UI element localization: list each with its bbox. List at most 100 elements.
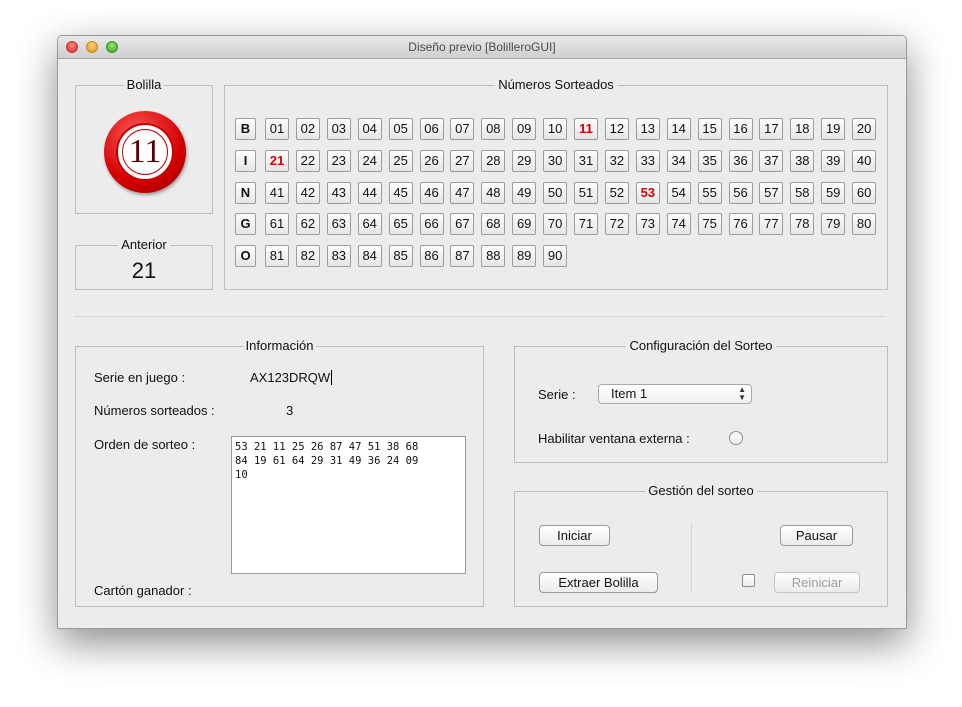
bolilla-label: Bolilla — [123, 77, 165, 92]
number-cell-64: 64 — [357, 213, 382, 236]
number-cell-62: 62 — [295, 213, 320, 236]
number-cell-49: 49 — [512, 181, 537, 204]
number-cell-60: 60 — [852, 181, 877, 204]
number-cell-44: 44 — [357, 181, 382, 204]
number-cell-22: 22 — [295, 149, 320, 172]
number-cell-23: 23 — [326, 149, 351, 172]
number-cell-87: 87 — [450, 245, 475, 268]
serie-en-juego-field[interactable]: AX123DRQW — [250, 370, 333, 385]
window-title: Diseño previo [BolilleroGUI] — [408, 40, 556, 54]
text-caret — [331, 370, 333, 385]
number-cell-16: 16 — [728, 118, 753, 140]
serie-en-juego-label: Serie en juego : — [94, 370, 186, 385]
app-window: Diseño previo [BolilleroGUI] Bolilla 11 … — [57, 35, 907, 629]
number-cell-58: 58 — [790, 181, 815, 204]
number-cell-63: 63 — [326, 213, 351, 236]
configuracion-panel: Configuración del Sorteo Serie : Item 1 … — [514, 338, 888, 463]
number-cell-07: 07 — [450, 118, 475, 140]
gestion-label: Gestión del sorteo — [645, 483, 757, 498]
bolilla-panel: Bolilla 11 — [75, 77, 213, 214]
anterior-panel: Anterior 21 — [75, 237, 213, 290]
current-ball: 11 — [104, 111, 186, 193]
number-cell-68: 68 — [481, 213, 506, 236]
number-cell-40: 40 — [852, 149, 877, 172]
serie-select[interactable]: Item 1 ▲ ▼ — [598, 384, 752, 404]
number-cell-43: 43 — [326, 181, 351, 204]
gestion-panel: Gestión del sorteo Iniciar Pausar Extrae… — [514, 483, 888, 607]
extraer-bolilla-button[interactable]: Extraer Bolilla — [539, 572, 658, 593]
number-cell-80: 80 — [852, 213, 877, 236]
informacion-label: Información — [242, 338, 317, 353]
number-cell-85: 85 — [388, 245, 413, 268]
number-cell-67: 67 — [450, 213, 475, 236]
number-cell-38: 38 — [790, 149, 815, 172]
current-ball-number: 11 — [128, 133, 162, 170]
number-cell-33: 33 — [635, 149, 660, 172]
number-cell-77: 77 — [759, 213, 784, 236]
number-cell-14: 14 — [666, 118, 691, 140]
number-cell-06: 06 — [419, 118, 444, 140]
select-arrows-icon: ▲ ▼ — [738, 385, 746, 402]
number-cell-51: 51 — [574, 181, 598, 204]
informacion-panel: Información Serie en juego : AX123DRQW N… — [75, 338, 484, 607]
number-cell-10: 10 — [543, 118, 568, 140]
number-cell-59: 59 — [821, 181, 846, 204]
reiniciar-button[interactable]: Reiniciar — [774, 572, 860, 593]
number-cell-55: 55 — [697, 181, 722, 204]
number-cell-45: 45 — [388, 181, 413, 204]
number-cell-42: 42 — [295, 181, 320, 204]
orden-de-sorteo-label: Orden de sorteo : — [94, 437, 196, 452]
number-cell-70: 70 — [543, 213, 568, 236]
number-cell-09: 09 — [512, 118, 537, 140]
number-cell-24: 24 — [357, 149, 382, 172]
number-cell-28: 28 — [481, 149, 506, 172]
number-cell-12: 12 — [604, 118, 629, 140]
number-cell-73: 73 — [635, 213, 660, 236]
number-cell-13: 13 — [635, 118, 660, 140]
number-cell-47: 47 — [450, 181, 475, 204]
number-cell-11: 11 — [574, 118, 598, 140]
number-cell-18: 18 — [790, 118, 815, 140]
row-letter-i: I — [235, 149, 256, 172]
numeros-sorteados-count: 3 — [286, 403, 294, 418]
number-cell-35: 35 — [697, 149, 722, 172]
number-cell-65: 65 — [388, 213, 413, 236]
number-cell-71: 71 — [574, 213, 598, 236]
anterior-label: Anterior — [118, 237, 170, 252]
carton-ganador-label: Cartón ganador : — [94, 583, 192, 598]
pausar-button[interactable]: Pausar — [780, 525, 853, 546]
number-cell-34: 34 — [666, 149, 691, 172]
number-cell-56: 56 — [728, 181, 753, 204]
number-cell-88: 88 — [481, 245, 506, 268]
number-cell-74: 74 — [666, 213, 691, 236]
number-cell-90: 90 — [543, 245, 568, 268]
number-cell-37: 37 — [759, 149, 784, 172]
number-cell-26: 26 — [419, 149, 444, 172]
iniciar-button[interactable]: Iniciar — [539, 525, 610, 546]
number-cell-72: 72 — [604, 213, 629, 236]
reiniciar-checkbox[interactable] — [742, 574, 755, 587]
number-cell-89: 89 — [512, 245, 537, 268]
numeros-sorteados-label: Números Sorteados — [495, 77, 617, 92]
number-cell-53: 53 — [635, 181, 660, 204]
ventana-externa-radio[interactable] — [729, 431, 743, 445]
vertical-separator — [691, 522, 692, 592]
number-cell-02: 02 — [295, 118, 320, 140]
number-cell-03: 03 — [326, 118, 351, 140]
orden-de-sorteo-textarea[interactable]: 53 21 11 25 26 87 47 51 38 68 84 19 61 6… — [231, 436, 466, 574]
configuracion-label: Configuración del Sorteo — [626, 338, 776, 353]
number-cell-76: 76 — [728, 213, 753, 236]
number-cell-75: 75 — [697, 213, 722, 236]
row-letter-o: O — [235, 245, 256, 268]
number-cell-20: 20 — [852, 118, 877, 140]
number-cell-79: 79 — [821, 213, 846, 236]
number-cell-84: 84 — [357, 245, 382, 268]
number-cell-17: 17 — [759, 118, 784, 140]
number-cell-83: 83 — [326, 245, 351, 268]
number-cell-82: 82 — [295, 245, 320, 268]
number-cell-25: 25 — [388, 149, 413, 172]
title-bar[interactable]: Diseño previo [BolilleroGUI] — [58, 36, 906, 59]
number-cell-04: 04 — [357, 118, 382, 140]
number-cell-54: 54 — [666, 181, 691, 204]
number-cell-61: 61 — [265, 213, 289, 236]
